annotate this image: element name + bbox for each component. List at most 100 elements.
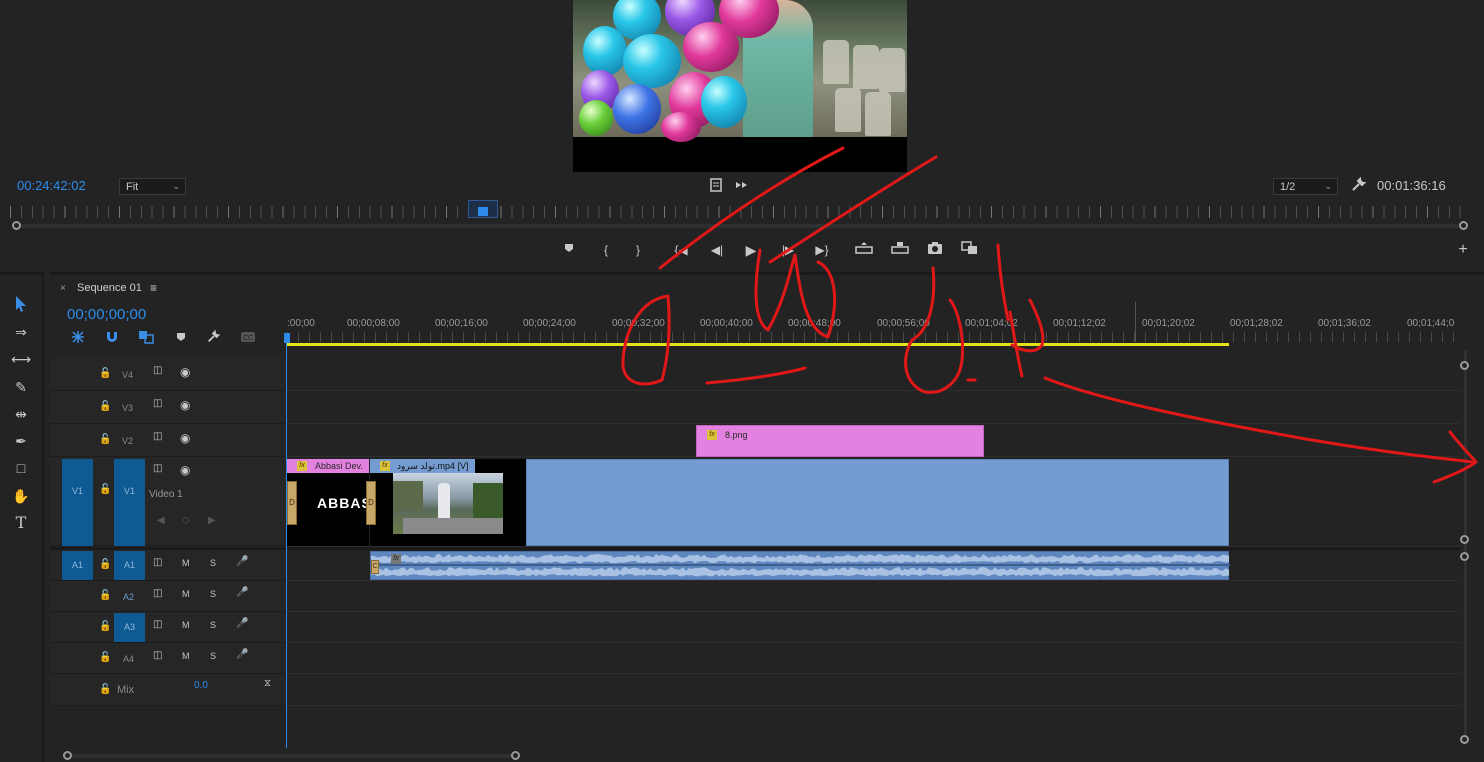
microphone-icon[interactable]: 🎤	[236, 587, 248, 598]
mute-button[interactable]: M	[182, 589, 190, 599]
track-lane-v4[interactable]	[287, 358, 1460, 391]
clip-mp4[interactable]: fx تولد سرود.mp4 [V] D	[366, 459, 526, 546]
sync-lock-icon[interactable]: ◫	[153, 619, 162, 630]
playhead-handle[interactable]	[468, 200, 498, 218]
vertical-scrollbar[interactable]	[1464, 350, 1467, 742]
track-target-v1[interactable]: V1	[114, 459, 145, 546]
step-forward-icon[interactable]: |▶	[779, 241, 797, 259]
horizontal-scrollbar[interactable]	[66, 754, 516, 758]
timeline-ruler[interactable]	[287, 332, 1460, 342]
video-scroll-bottom-handle[interactable]	[1460, 535, 1469, 544]
timeline-playhead-handle[interactable]	[284, 333, 290, 343]
hscroll-start-handle[interactable]	[63, 751, 72, 760]
lock-icon[interactable]: 🔓	[99, 621, 111, 632]
hand-tool-icon[interactable]: ✋	[10, 486, 32, 506]
button-editor-plus-icon[interactable]: +	[1454, 241, 1472, 259]
step-back-icon[interactable]: ◀|	[708, 241, 726, 259]
slip-tool-icon[interactable]: ⇹	[10, 404, 32, 424]
clip-audio-a1[interactable]: fx C	[370, 551, 1230, 580]
fast-forward-icon[interactable]	[734, 178, 750, 192]
track-lane-mix[interactable]	[287, 674, 1460, 706]
zoom-level-select[interactable]: Fit ⌄	[119, 178, 186, 195]
rectangle-tool-icon[interactable]: □	[10, 458, 32, 478]
eye-icon[interactable]: ◉	[180, 431, 190, 445]
compare-view-icon[interactable]	[961, 241, 979, 259]
track-lane-a3[interactable]	[287, 612, 1460, 643]
lock-icon[interactable]: 🔓	[99, 401, 111, 412]
video-scroll-top-handle[interactable]	[1460, 361, 1469, 370]
lift-icon[interactable]	[855, 241, 873, 259]
add-marker-icon[interactable]	[175, 331, 187, 346]
scroll-start-handle[interactable]	[12, 221, 21, 230]
audio-transition-handle[interactable]: C	[371, 560, 379, 574]
monitor-zoom-scrollbar[interactable]	[16, 224, 1465, 228]
sync-lock-icon[interactable]: ◫	[153, 431, 162, 442]
mix-volume-value[interactable]: 0.0	[194, 680, 208, 691]
microphone-icon[interactable]: 🎤	[236, 618, 248, 629]
marker-icon[interactable]	[560, 241, 578, 259]
lock-icon[interactable]: 🔓	[99, 434, 111, 445]
selection-tool-icon[interactable]	[10, 295, 32, 315]
microphone-icon[interactable]: 🎤	[236, 556, 248, 567]
transition-handle[interactable]: D	[366, 481, 376, 525]
audio-scroll-bottom-handle[interactable]	[1460, 735, 1469, 744]
sync-lock-icon[interactable]: ◫	[153, 557, 162, 568]
go-to-in-icon[interactable]: {◀	[672, 241, 690, 259]
solo-button[interactable]: S	[210, 620, 216, 630]
snap-magnet-icon[interactable]	[104, 330, 120, 347]
next-keyframe-icon[interactable]: ▶	[208, 515, 216, 526]
scroll-end-handle[interactable]	[1459, 221, 1468, 230]
sequence-timecode[interactable]: 00;00;00;00	[67, 306, 146, 323]
clip-8-png[interactable]: fx 8.png	[696, 425, 984, 457]
clip-v1-continuation[interactable]	[526, 459, 1229, 546]
microphone-icon[interactable]: 🎤	[236, 649, 248, 660]
mute-button[interactable]: M	[182, 620, 190, 630]
lock-icon[interactable]: 🔓	[99, 652, 111, 663]
sync-lock-icon[interactable]: ◫	[153, 365, 162, 376]
source-patch-a1[interactable]: A1	[62, 551, 93, 580]
track-select-tool-icon[interactable]: ⇒	[10, 322, 32, 342]
track-target-a1[interactable]: A1	[114, 551, 145, 580]
panel-menu-icon[interactable]: ≡	[150, 281, 157, 295]
playback-resolution-select[interactable]: 1/2 ⌄	[1273, 178, 1338, 195]
razor-tool-icon[interactable]: ✎	[10, 377, 32, 397]
track-label[interactable]: A2	[123, 592, 134, 602]
go-to-end-icon[interactable]: ⧖	[264, 678, 271, 689]
lock-icon[interactable]: 🔓	[99, 590, 111, 601]
camera-icon[interactable]	[926, 241, 944, 259]
extract-icon[interactable]	[891, 241, 909, 259]
linked-selection-icon[interactable]	[138, 330, 154, 347]
add-keyframe-icon[interactable]: ◇	[182, 515, 190, 526]
track-lane-a4[interactable]	[287, 643, 1460, 674]
track-target-a3[interactable]: A3	[114, 613, 145, 642]
eye-icon[interactable]: ◉	[180, 365, 190, 379]
close-tab-icon[interactable]: ×	[60, 283, 66, 294]
type-tool-icon[interactable]: T	[10, 513, 32, 533]
track-lane-a2[interactable]	[287, 581, 1460, 612]
settings-panel-icon[interactable]	[709, 178, 723, 192]
solo-button[interactable]: S	[210, 589, 216, 599]
sync-lock-icon[interactable]: ◫	[153, 588, 162, 599]
captions-icon[interactable]: CC	[240, 331, 256, 346]
playhead-timecode[interactable]: 00:24:42:02	[17, 178, 86, 193]
lock-icon[interactable]: 🔓	[99, 368, 111, 379]
sync-lock-icon[interactable]: ◫	[153, 463, 162, 474]
lock-icon[interactable]: 🔓	[99, 559, 111, 570]
hscroll-end-handle[interactable]	[511, 751, 520, 760]
solo-button[interactable]: S	[210, 558, 216, 568]
sync-lock-icon[interactable]: ◫	[153, 398, 162, 409]
ripple-edit-tool-icon[interactable]: ⟷	[10, 349, 32, 369]
solo-button[interactable]: S	[210, 651, 216, 661]
nest-snap-icon[interactable]	[70, 330, 86, 347]
sync-lock-icon[interactable]: ◫	[153, 650, 162, 661]
mark-in-icon[interactable]: {	[597, 241, 615, 259]
pen-tool-icon[interactable]: ✒	[10, 431, 32, 451]
mark-out-icon[interactable]: }	[629, 241, 647, 259]
track-lane-v3[interactable]	[287, 391, 1460, 424]
timeline-settings-wrench-icon[interactable]	[206, 329, 221, 347]
audio-scroll-top-handle[interactable]	[1460, 552, 1469, 561]
work-area-bar[interactable]	[287, 343, 1229, 346]
prev-keyframe-icon[interactable]: ◀	[157, 515, 165, 526]
lock-icon[interactable]: 🔓	[99, 684, 111, 695]
wrench-icon[interactable]	[1350, 176, 1367, 193]
